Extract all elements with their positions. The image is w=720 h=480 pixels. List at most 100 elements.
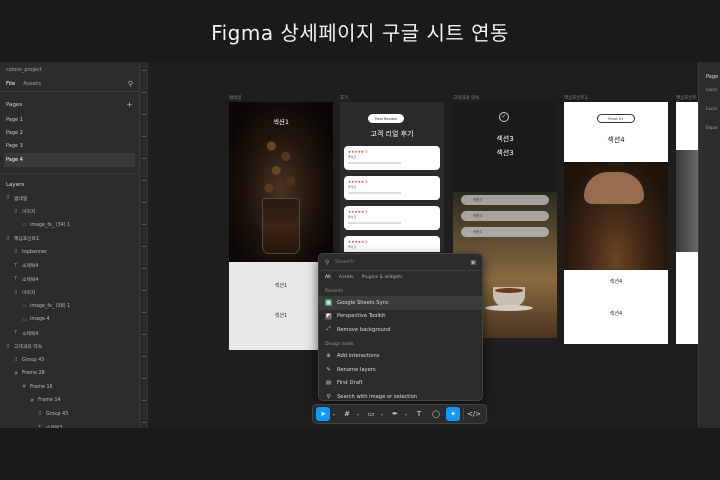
layer-row[interactable]: T 소제목4 — [0, 259, 139, 273]
layer-row[interactable]: ⠿ 썸네일 — [0, 192, 139, 206]
shape-tool-icon[interactable]: ▭ — [364, 407, 378, 421]
person-photo — [676, 150, 698, 252]
layer-type-icon: T — [14, 262, 18, 269]
layer-label: image 4 — [30, 317, 50, 323]
layer-row[interactable]: ⠿ 핵심포인트1 — [0, 232, 139, 246]
layer-type-icon: ⠿ — [14, 289, 18, 296]
project-name[interactable]: coloso_project — [0, 62, 139, 76]
perspective-icon: ◩ — [325, 312, 332, 320]
action-label: Add interactions — [337, 353, 380, 360]
layer-row[interactable]: ⠿ Group 43 — [0, 408, 139, 422]
search-icon: ⚲ — [325, 258, 330, 266]
quick-actions-search-input[interactable] — [335, 259, 471, 265]
action-add-interactions[interactable]: ⊕ Add interactions — [319, 350, 482, 364]
chevron-down-icon[interactable]: ▾ — [357, 412, 361, 417]
search-icon[interactable]: ⚲ — [128, 80, 133, 88]
page-item-4[interactable]: Page 4 — [4, 153, 135, 167]
layer-type-icon: # — [30, 397, 35, 404]
tab-assets[interactable]: Assets — [23, 81, 41, 87]
quick-actions-tabs: All Assets Plugins & widgets — [319, 271, 482, 283]
frame-label-point1[interactable]: 핵심포인트1 — [564, 95, 588, 101]
ruler-tick — [142, 202, 146, 203]
action-remove-background[interactable]: ⤢ Remove background — [319, 323, 482, 337]
comment-tool-icon[interactable]: ◯ — [429, 407, 443, 421]
bottom-band — [0, 428, 720, 480]
layer-row[interactable]: ▭ image 4 — [0, 313, 139, 327]
page-item-1[interactable]: Page 1 — [0, 113, 139, 126]
review-frame[interactable]: Real Review 고객 리얼 후기 ★★★★★ 5 좋아요 ★★★★★ 5… — [340, 102, 444, 252]
layer-row[interactable]: T 소제목4 — [0, 273, 139, 287]
layer-label: topbanner — [22, 249, 47, 255]
ruler-tick — [142, 334, 146, 335]
chevron-down-icon[interactable]: ▾ — [405, 412, 409, 417]
review-card: ★★★★★ 5 좋아요 — [344, 146, 440, 170]
ruler-tick — [142, 356, 146, 357]
layer-row[interactable]: # Frame 14 — [0, 394, 139, 408]
action-google-sheets-sync[interactable]: ▦ Google Sheets Sync — [319, 296, 482, 310]
frame-label-thumbnail[interactable]: 썸네일 — [229, 95, 241, 101]
actions-tool-icon[interactable]: ✦ — [446, 407, 460, 421]
layer-type-icon: ⠿ — [14, 357, 18, 364]
point2-frame[interactable] — [676, 102, 698, 344]
layer-row[interactable]: ⠿ topbanner — [0, 246, 139, 260]
pages-title: Pages — [6, 101, 23, 108]
layer-row[interactable]: ⠿ 고객과의 약속 — [0, 340, 139, 354]
hands-image — [584, 172, 644, 204]
tab-assets[interactable]: Assets — [339, 275, 354, 280]
layer-row[interactable]: T소제목3 — [0, 421, 139, 428]
page-item-3[interactable]: Page 3 — [0, 140, 139, 153]
tab-all[interactable]: All — [325, 275, 331, 280]
layer-type-icon: ⠿ — [14, 249, 18, 256]
review-stars: ★★★★★ 5 — [348, 180, 368, 184]
frame-tool-icon[interactable]: # — [340, 407, 354, 421]
review-stars: ★★★★★ 5 — [348, 210, 368, 214]
local-variables-item[interactable]: Local — [699, 80, 720, 99]
layer-row[interactable]: # Frame 28 — [0, 367, 139, 381]
layer-row[interactable]: ⠿ 이미지 — [0, 286, 139, 300]
ruler-tick — [142, 158, 146, 159]
action-rename-layers[interactable]: ✎ Rename layers — [319, 363, 482, 377]
review-text: 좋아요 — [348, 215, 357, 219]
chevron-down-icon[interactable]: ▾ — [381, 412, 385, 417]
action-label: Rename layers — [337, 366, 376, 373]
layer-row[interactable]: ⠿ Group 43 — [0, 354, 139, 368]
frame-label-review[interactable]: 후기 — [340, 95, 348, 101]
ruler-tick — [142, 312, 146, 313]
action-perspective-toolkit[interactable]: ◩ Perspective Toolkit — [319, 310, 482, 324]
review-text: 좋아요 — [348, 245, 357, 249]
move-tool-icon[interactable]: ➤ — [316, 407, 330, 421]
frame-label-promise[interactable]: 고객과의 약속 — [453, 95, 479, 101]
point1-frame[interactable]: Point 01 섹션4 섹션4 섹션4 — [564, 102, 668, 344]
layer-row[interactable]: ▭ image_fx_ (34) 1 — [0, 219, 139, 233]
point-subtitle-2: 섹션4 — [609, 311, 623, 317]
pen-tool-icon[interactable]: ✒ — [388, 407, 402, 421]
right-panel-title: Page — [706, 74, 719, 80]
layer-type-icon: ⠿ — [38, 411, 42, 418]
layer-row[interactable]: T 소제목4 — [0, 327, 139, 341]
add-page-icon[interactable]: + — [126, 100, 133, 109]
export-item[interactable]: Expor — [699, 118, 720, 137]
tab-file[interactable]: File — [6, 81, 15, 87]
layer-type-icon: ⠿ — [6, 235, 10, 242]
rename-icon: ✎ — [326, 366, 331, 373]
page-item-2[interactable]: Page 2 — [0, 126, 139, 139]
layer-label: Frame 16 — [30, 384, 53, 390]
tab-plugins-widgets[interactable]: Plugins & widgets — [362, 275, 403, 280]
ruler-tick — [142, 422, 146, 423]
review-line — [348, 222, 401, 224]
action-search-image[interactable]: ⚲ Search with image or selection — [319, 390, 482, 400]
text-tool-icon[interactable]: T — [412, 407, 426, 421]
local-styles-item[interactable]: Local — [699, 99, 720, 118]
chevron-down-icon[interactable]: ▾ — [333, 412, 337, 417]
promise-chip: 섹션3 — [461, 195, 549, 205]
check-circle-icon: ✓ — [499, 112, 509, 122]
action-first-draft[interactable]: ▤ First Draft — [319, 377, 482, 391]
ruler-tick — [142, 224, 146, 225]
section-title: 섹션1 — [272, 118, 290, 126]
dev-mode-icon[interactable]: </> — [467, 407, 481, 421]
layer-label: 핵심포인트1 — [14, 237, 40, 243]
image-search-icon[interactable]: ▣ — [470, 259, 476, 266]
layer-row[interactable]: ▭ image_fx_ (38) 1 — [0, 300, 139, 314]
layer-row[interactable]: ⠿ 이미지 — [0, 205, 139, 219]
layer-row[interactable]: # Frame 16 — [0, 381, 139, 395]
